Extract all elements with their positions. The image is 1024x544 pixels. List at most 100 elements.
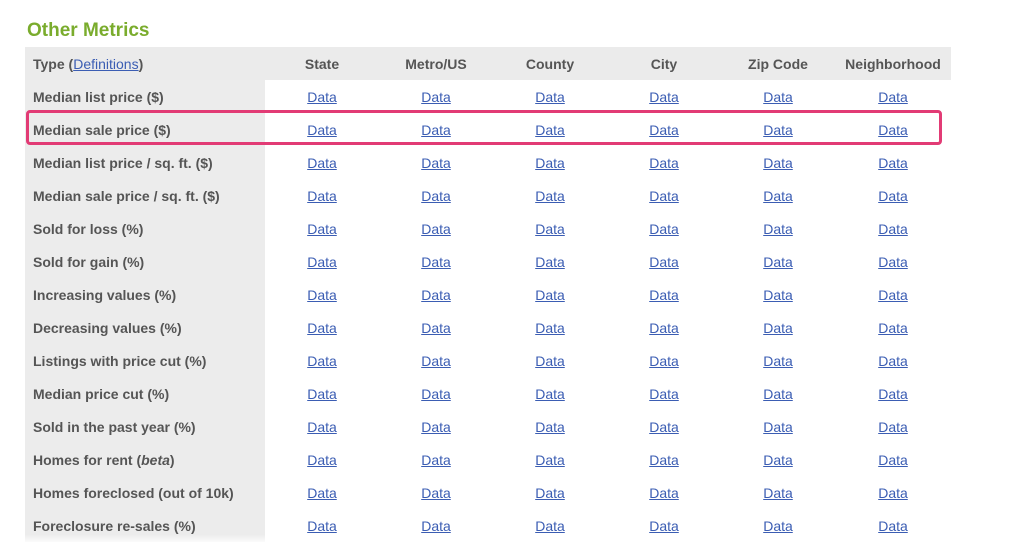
data-link[interactable]: Data [878,485,908,501]
data-link[interactable]: Data [878,221,908,237]
data-link[interactable]: Data [763,452,793,468]
data-link[interactable]: Data [763,419,793,435]
data-link[interactable]: Data [535,518,565,534]
data-link[interactable]: Data [535,287,565,303]
data-link[interactable]: Data [421,386,451,402]
data-link[interactable]: Data [649,419,679,435]
data-link[interactable]: Data [307,518,337,534]
data-link[interactable]: Data [421,452,451,468]
data-link[interactable]: Data [763,518,793,534]
data-link[interactable]: Data [307,89,337,105]
data-link[interactable]: Data [878,353,908,369]
data-link[interactable]: Data [421,518,451,534]
data-link[interactable]: Data [763,485,793,501]
data-link[interactable]: Data [307,254,337,270]
data-link[interactable]: Data [307,485,337,501]
data-link[interactable]: Data [649,122,679,138]
data-link[interactable]: Data [649,485,679,501]
row-label-text: Listings with price cut (%) [33,352,207,369]
data-link[interactable]: Data [763,221,793,237]
data-link[interactable]: Data [649,518,679,534]
data-link[interactable]: Data [421,485,451,501]
data-cell-county: Data [493,245,607,278]
data-link[interactable]: Data [307,452,337,468]
row-label: Homes foreclosed (out of 10k) [25,476,265,509]
data-link[interactable]: Data [649,386,679,402]
data-link[interactable]: Data [649,320,679,336]
data-cell-neighborhood: Data [835,179,951,212]
data-link[interactable]: Data [535,254,565,270]
data-link[interactable]: Data [307,122,337,138]
data-link[interactable]: Data [535,89,565,105]
data-link[interactable]: Data [763,287,793,303]
data-link[interactable]: Data [307,320,337,336]
data-link[interactable]: Data [878,452,908,468]
data-link[interactable]: Data [421,122,451,138]
data-link[interactable]: Data [878,287,908,303]
data-link[interactable]: Data [307,419,337,435]
data-link[interactable]: Data [878,122,908,138]
data-link[interactable]: Data [649,155,679,171]
row-label-text: Increasing values (%) [33,286,177,303]
data-link[interactable]: Data [763,188,793,204]
data-link[interactable]: Data [763,353,793,369]
data-link[interactable]: Data [763,386,793,402]
data-link[interactable]: Data [421,155,451,171]
data-link[interactable]: Data [878,89,908,105]
data-link[interactable]: Data [763,155,793,171]
data-cell-zip-code: Data [721,344,835,377]
data-link[interactable]: Data [535,353,565,369]
data-link[interactable]: Data [421,320,451,336]
table-row: Sold for loss (%) Data Data Data Data Data Dat… [25,212,951,245]
data-link[interactable]: Data [649,221,679,237]
data-link[interactable]: Data [535,188,565,204]
data-link[interactable]: Data [535,155,565,171]
data-link[interactable]: Data [535,452,565,468]
data-cell-zip-code: Data [721,410,835,443]
data-link[interactable]: Data [421,89,451,105]
data-link[interactable]: Data [421,353,451,369]
data-cell-zip-code: Data [721,377,835,410]
data-link[interactable]: Data [421,419,451,435]
data-cell-neighborhood: Data [835,278,951,311]
row-label-text: Sold in the past year (%) [33,418,196,435]
data-link[interactable]: Data [649,89,679,105]
data-link[interactable]: Data [763,89,793,105]
data-link[interactable]: Data [421,221,451,237]
data-link[interactable]: Data [307,386,337,402]
data-link[interactable]: Data [878,386,908,402]
data-link[interactable]: Data [878,254,908,270]
data-link[interactable]: Data [421,254,451,270]
data-link[interactable]: Data [535,122,565,138]
data-link[interactable]: Data [421,188,451,204]
data-link[interactable]: Data [535,221,565,237]
data-link[interactable]: Data [878,518,908,534]
data-link[interactable]: Data [535,320,565,336]
data-link[interactable]: Data [307,188,337,204]
data-link[interactable]: Data [307,353,337,369]
data-link[interactable]: Data [535,485,565,501]
data-link[interactable]: Data [878,419,908,435]
data-link[interactable]: Data [307,287,337,303]
data-link[interactable]: Data [307,155,337,171]
table-row: Sold for gain (%) Data Data Data Data Data Dat… [25,245,951,278]
data-link[interactable]: Data [649,188,679,204]
data-link[interactable]: Data [535,419,565,435]
data-link[interactable]: Data [535,386,565,402]
data-link[interactable]: Data [878,188,908,204]
definitions-link[interactable]: Definitions [73,56,138,72]
data-link[interactable]: Data [878,320,908,336]
data-link[interactable]: Data [763,320,793,336]
data-link[interactable]: Data [649,353,679,369]
data-link[interactable]: Data [649,287,679,303]
row-label-text: Median sale price / sq. ft. ($) [33,187,220,204]
data-link[interactable]: Data [763,254,793,270]
data-link[interactable]: Data [649,254,679,270]
data-cell-state: Data [265,476,379,509]
data-link[interactable]: Data [878,155,908,171]
data-cell-city: Data [607,476,721,509]
data-link[interactable]: Data [649,452,679,468]
data-link[interactable]: Data [307,221,337,237]
data-link[interactable]: Data [763,122,793,138]
data-link[interactable]: Data [421,287,451,303]
